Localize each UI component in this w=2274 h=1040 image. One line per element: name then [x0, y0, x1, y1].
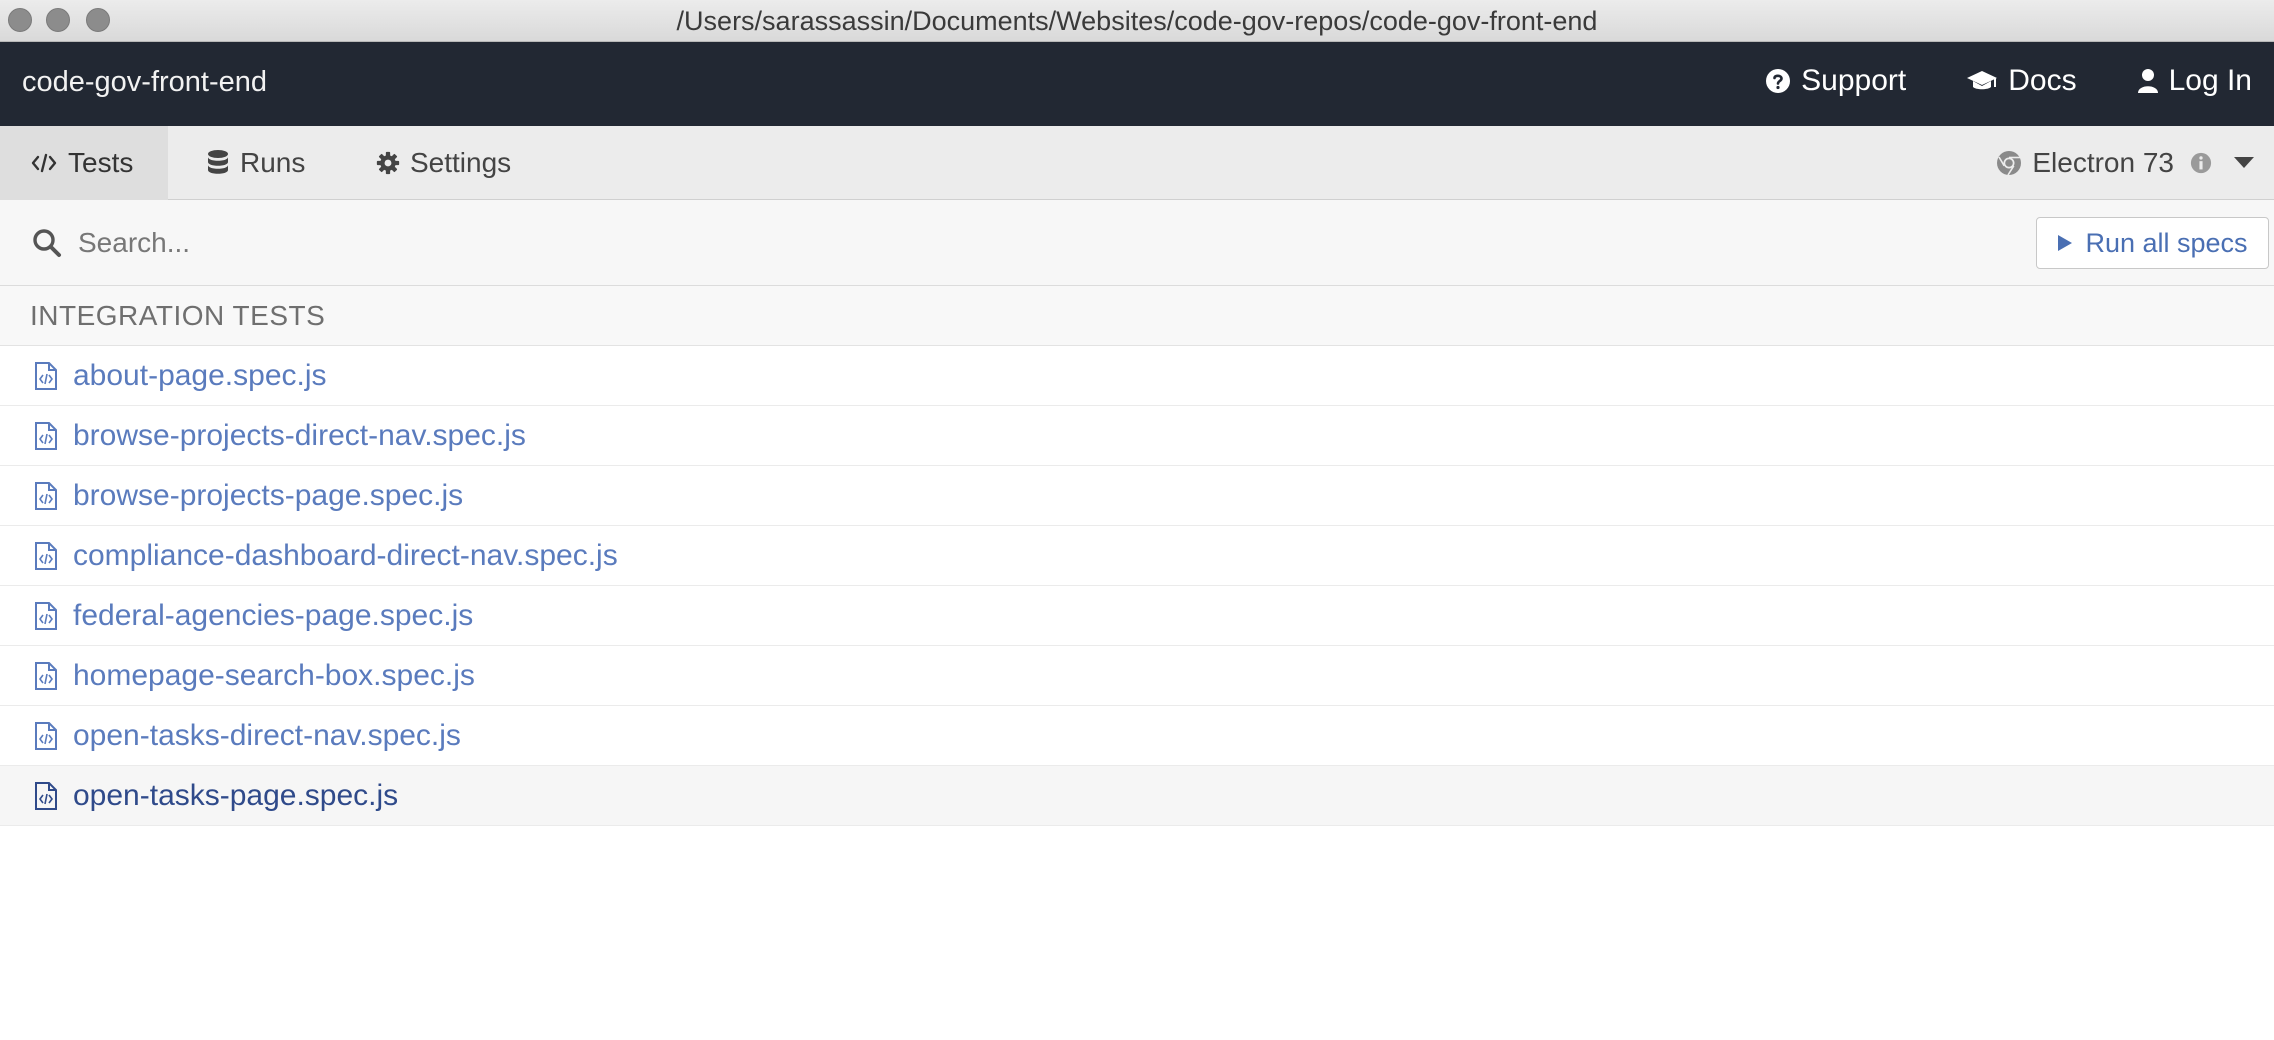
integration-tests-header: INTEGRATION TESTS [0, 286, 2274, 346]
search-input[interactable] [78, 220, 1978, 266]
spec-list: about-page.spec.js browse-projects-direc… [0, 346, 2274, 826]
browser-label: Electron 73 [2032, 147, 2174, 178]
header-nav: Support Docs Log In [1765, 64, 2252, 98]
spec-row[interactable]: homepage-search-box.spec.js [0, 646, 2274, 706]
login-label: Log In [2168, 64, 2252, 97]
login-link[interactable]: Log In [2137, 64, 2252, 98]
support-label: Support [1801, 64, 1907, 97]
spec-name: open-tasks-direct-nav.spec.js [73, 719, 461, 752]
spec-row[interactable]: open-tasks-page.spec.js [0, 766, 2274, 826]
file-code-icon [35, 362, 57, 390]
spec-name: homepage-search-box.spec.js [73, 659, 475, 692]
spec-row[interactable]: compliance-dashboard-direct-nav.spec.js [0, 526, 2274, 586]
support-link[interactable]: Support [1765, 64, 1906, 98]
tab-settings-label: Settings [410, 147, 512, 178]
run-all-specs-button[interactable]: Run all specs [2036, 217, 2269, 269]
file-code-icon [35, 662, 57, 690]
main-tabs: Tests Runs Settings Electron 73 [0, 126, 2274, 200]
play-icon [2058, 235, 2073, 251]
question-circle-icon [1766, 69, 1791, 93]
spec-name: about-page.spec.js [73, 359, 327, 392]
window-titlebar: /Users/sarassassin/Documents/Websites/co… [0, 0, 2274, 42]
user-icon [2137, 69, 2158, 93]
spec-row[interactable]: browse-projects-direct-nav.spec.js [0, 406, 2274, 466]
spec-name: browse-projects-page.spec.js [73, 479, 464, 512]
spec-name: open-tasks-page.spec.js [73, 779, 399, 812]
tab-runs[interactable]: Runs [176, 126, 335, 200]
file-code-icon [35, 482, 57, 510]
search-icon [33, 229, 61, 257]
docs-link[interactable]: Docs [1966, 64, 2077, 98]
chrome-icon [1997, 151, 2022, 176]
file-code-icon [35, 782, 57, 810]
code-icon [31, 153, 57, 173]
spec-row[interactable]: federal-agencies-page.spec.js [0, 586, 2274, 646]
tab-runs-label: Runs [240, 147, 306, 178]
tab-tests[interactable]: Tests [0, 126, 168, 200]
docs-label: Docs [2008, 64, 2077, 97]
graduation-cap-icon [1967, 71, 1998, 90]
project-name: code-gov-front-end [22, 66, 268, 98]
file-code-icon [35, 722, 57, 750]
browser-selector[interactable]: Electron 73 [1996, 126, 2254, 200]
tab-tests-label: Tests [68, 147, 134, 178]
file-code-icon [35, 422, 57, 450]
spec-search-bar: Run all specs [0, 200, 2274, 286]
file-code-icon [35, 542, 57, 570]
spec-row[interactable]: about-page.spec.js [0, 346, 2274, 406]
spec-row[interactable]: browse-projects-page.spec.js [0, 466, 2274, 526]
run-all-specs-label: Run all specs [2085, 227, 2248, 258]
app-header: code-gov-front-end Support Docs Log In [0, 42, 2274, 126]
info-circle-icon[interactable] [2190, 152, 2212, 174]
file-code-icon [35, 602, 57, 630]
spec-name: federal-agencies-page.spec.js [73, 599, 474, 632]
section-title: INTEGRATION TESTS [30, 300, 326, 331]
caret-down-icon[interactable] [2234, 157, 2254, 169]
tab-settings[interactable]: Settings [346, 126, 541, 200]
spec-name: compliance-dashboard-direct-nav.spec.js [73, 539, 618, 572]
database-icon [208, 150, 228, 174]
spec-name: browse-projects-direct-nav.spec.js [73, 419, 526, 452]
spec-row[interactable]: open-tasks-direct-nav.spec.js [0, 706, 2274, 766]
gear-icon [376, 151, 400, 175]
window-title: /Users/sarassassin/Documents/Websites/co… [676, 6, 1598, 36]
